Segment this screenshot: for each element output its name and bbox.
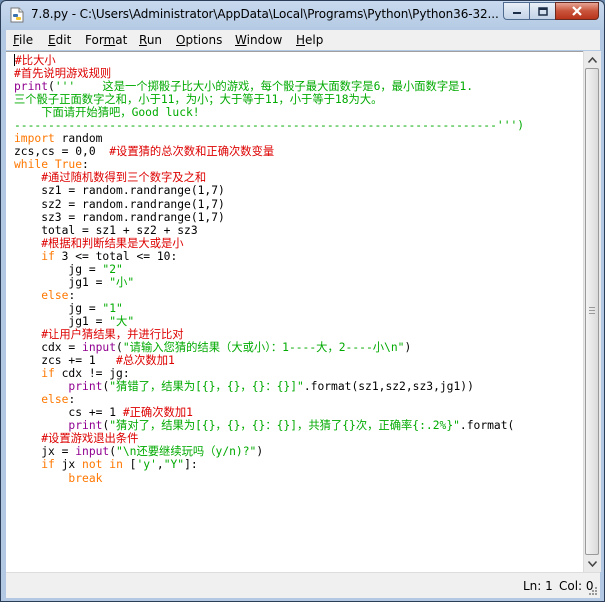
code-line[interactable]: else: bbox=[14, 393, 583, 406]
code-line[interactable]: #让用户猜结果，并进行比对 bbox=[14, 328, 583, 341]
code-line[interactable]: #通过随机数得到三个数字及之和 bbox=[14, 171, 583, 184]
menu-format[interactable]: Format bbox=[85, 33, 127, 47]
code-line[interactable]: import random bbox=[14, 132, 583, 145]
menu-options[interactable]: Options bbox=[176, 33, 222, 47]
code-line[interactable]: sz2 = random.randrange(1,7) bbox=[14, 198, 583, 211]
code-editor[interactable]: #比大小 #首先说明游戏规则 print(''' 这是一个掷骰子比大小的游戏，每个骰… bbox=[6, 51, 583, 572]
code-line[interactable]: if 3 <= total <= 10: bbox=[14, 250, 583, 263]
code-text[interactable]: #比大小 #首先说明游戏规则 print(''' 这是一个掷骰子比大小的游戏，每个骰… bbox=[14, 54, 583, 570]
code-line[interactable]: print(''' 这是一个掷骰子比大小的游戏，每个骰子最大面数字是6，最小面数… bbox=[14, 80, 583, 93]
code-line[interactable]: #比大小 bbox=[14, 54, 583, 67]
code-line[interactable]: sz1 = random.randrange(1,7) bbox=[14, 184, 583, 197]
code-line[interactable]: cdx = input("请输入您猜的结果（大或小）：1----大，2----小… bbox=[14, 341, 583, 354]
code-line[interactable]: if jx not in ['y',"Y"]: bbox=[14, 458, 583, 471]
arrow-up-icon bbox=[588, 56, 597, 63]
close-icon bbox=[572, 6, 582, 16]
scroll-down-button[interactable] bbox=[584, 555, 601, 572]
code-line[interactable]: cs += 1 #正确次数加1 bbox=[14, 406, 583, 419]
close-button[interactable] bbox=[555, 2, 599, 20]
line-indicator: Ln: 1 bbox=[523, 579, 553, 593]
code-line[interactable]: 三个骰子正面数字之和，小于11，为小；大于等于11，小于等于18为大。 bbox=[14, 93, 583, 106]
menu-edit[interactable]: Edit bbox=[48, 33, 71, 47]
title-bar[interactable]: 7.8.py - C:\Users\Administrator\AppData\… bbox=[1, 1, 604, 29]
code-line[interactable]: jg1 = "大" bbox=[14, 315, 583, 328]
menu-run[interactable]: Run bbox=[139, 33, 162, 47]
grip-line bbox=[589, 310, 595, 311]
grip-line bbox=[589, 313, 595, 314]
code-line[interactable]: print("猜错了，结果为[{}，{}，{}：{}]".format(sz1,… bbox=[14, 380, 583, 393]
vertical-scrollbar[interactable] bbox=[583, 51, 601, 572]
code-line[interactable]: ----------------------------------------… bbox=[14, 119, 583, 132]
code-line[interactable]: #设置游戏退出条件 bbox=[14, 432, 583, 445]
code-line[interactable]: else: bbox=[14, 289, 583, 302]
code-line[interactable]: print("猜对了，结果为[{}，{}，{}：{}]，共猜了{}次，正确率{:… bbox=[14, 419, 583, 432]
scroll-thumb[interactable] bbox=[585, 68, 599, 555]
maximize-button[interactable] bbox=[529, 2, 555, 20]
python-file-icon bbox=[10, 7, 24, 23]
menu-window[interactable]: Window bbox=[235, 33, 282, 47]
status-bar: Ln: 1 Col: 0 bbox=[6, 572, 600, 598]
code-line[interactable]: jg = "1" bbox=[14, 302, 583, 315]
code-line[interactable]: total = sz1 + sz2 + sz3 bbox=[14, 224, 583, 237]
minimize-icon bbox=[512, 12, 521, 14]
resize-grip-icon[interactable] bbox=[588, 586, 598, 596]
code-line[interactable]: 下面请开始猜吧，Good luck! bbox=[14, 106, 583, 119]
code-line[interactable]: sz3 = random.randrange(1,7) bbox=[14, 211, 583, 224]
arrow-down-icon bbox=[588, 560, 597, 567]
scroll-up-button[interactable] bbox=[584, 51, 601, 68]
menu-file[interactable]: File bbox=[13, 33, 33, 47]
code-line[interactable]: jx = input("\n还要继续玩吗（y/n)?") bbox=[14, 445, 583, 458]
minimize-button[interactable] bbox=[503, 2, 529, 20]
code-line[interactable]: while True: bbox=[14, 158, 583, 171]
code-line[interactable]: jg1 = "小" bbox=[14, 276, 583, 289]
code-line[interactable]: zcs,cs = 0,0 #设置猜的总次数和正确次数变量 bbox=[14, 145, 583, 158]
code-line[interactable]: #根据和判断结果是大或是小 bbox=[14, 237, 583, 250]
code-line[interactable]: break bbox=[14, 472, 583, 485]
menu-bar: File Edit Format Run Options Window Help bbox=[6, 30, 600, 50]
grip-line bbox=[589, 307, 595, 308]
code-line[interactable]: #首先说明游戏规则 bbox=[14, 67, 583, 80]
code-line[interactable]: jg = "2" bbox=[14, 263, 583, 276]
maximize-icon bbox=[537, 6, 548, 16]
code-line[interactable]: if cdx != jg: bbox=[14, 367, 583, 380]
idle-editor-window: 7.8.py - C:\Users\Administrator\AppData\… bbox=[0, 0, 605, 602]
window-title: 7.8.py - C:\Users\Administrator\AppData\… bbox=[31, 7, 499, 21]
menu-help[interactable]: Help bbox=[296, 33, 323, 47]
code-line[interactable]: zcs += 1 #总次数加1 bbox=[14, 354, 583, 367]
